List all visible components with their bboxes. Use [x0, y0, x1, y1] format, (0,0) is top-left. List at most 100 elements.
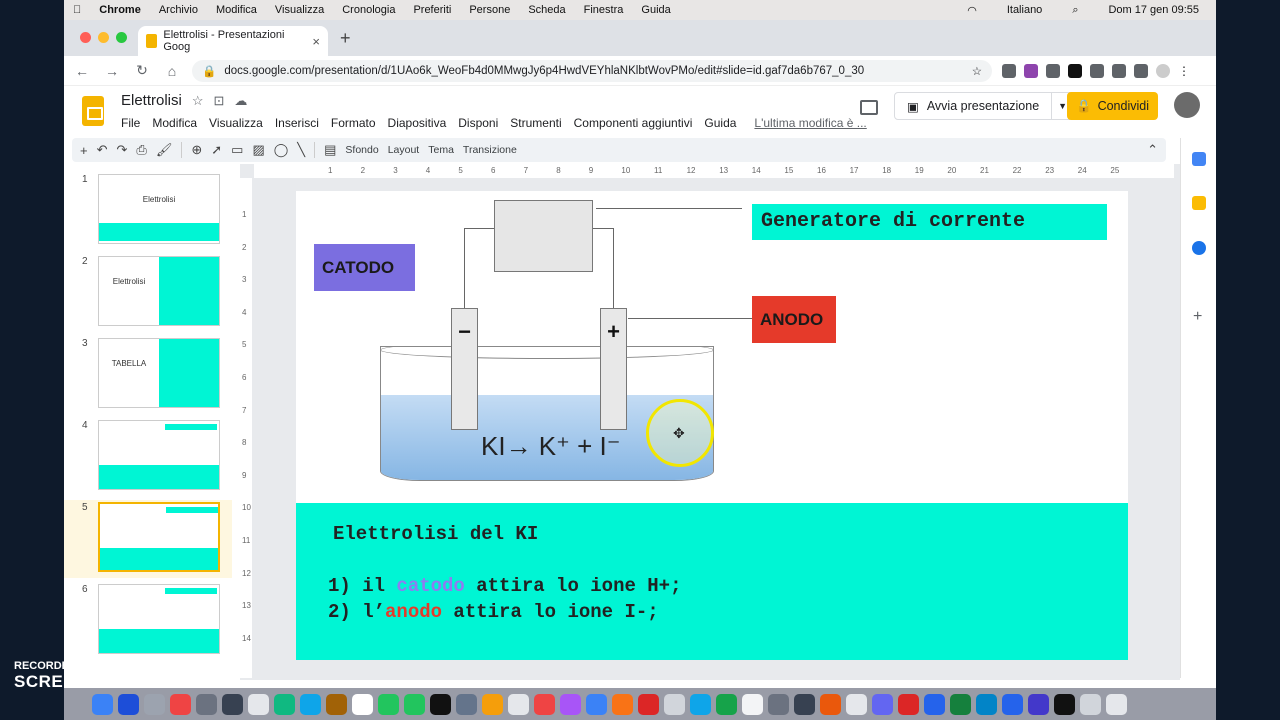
anode-electrode[interactable]: +	[600, 308, 627, 430]
browser-tab[interactable]: Elettrolisi - Presentazioni Goog ×	[138, 26, 328, 56]
slide-thumbnail-row[interactable]: 2 Elettrolisi	[64, 254, 232, 332]
app-store-icon[interactable]	[586, 693, 607, 715]
app-icon[interactable]	[118, 693, 139, 715]
shape-icon[interactable]: ◯	[274, 142, 289, 158]
acrobat-icon[interactable]	[638, 693, 659, 715]
redo-icon[interactable]: ↷	[117, 142, 128, 158]
app-icon[interactable]	[664, 693, 685, 715]
extension-icon[interactable]	[1068, 63, 1082, 78]
zoom-icon[interactable]: ⊕	[191, 142, 202, 158]
menubar-item[interactable]: Persone	[469, 4, 510, 16]
calendar-icon[interactable]	[352, 693, 373, 715]
menubar-item[interactable]: Guida	[641, 4, 670, 16]
clock[interactable]: Dom 17 gen 09:55	[1108, 4, 1199, 16]
extension-icon[interactable]	[1024, 63, 1038, 78]
calculator-icon[interactable]	[222, 693, 243, 715]
slides-logo-icon[interactable]	[82, 96, 104, 126]
menubar-app-name[interactable]: Chrome	[99, 4, 141, 16]
photos-icon[interactable]	[482, 693, 503, 715]
new-tab-button[interactable]: +	[340, 28, 351, 49]
app-icon[interactable]	[196, 693, 217, 715]
menubar-item[interactable]: Archivio	[159, 4, 198, 16]
terminal-icon[interactable]	[1054, 693, 1075, 715]
app-icon[interactable]	[430, 693, 451, 715]
menu-tools[interactable]: Strumenti	[510, 116, 561, 130]
slide-thumbnail[interactable]: TABELLA	[98, 338, 220, 408]
menubar-item[interactable]: Scheda	[528, 4, 565, 16]
text-box-icon[interactable]: ▭	[231, 142, 243, 158]
document-title[interactable]: Elettrolisi	[121, 92, 182, 109]
trash-icon[interactable]	[1106, 693, 1127, 715]
search-icon[interactable]: ⌕	[1072, 4, 1078, 17]
menu-arrange[interactable]: Disponi	[458, 116, 498, 130]
app-icon[interactable]	[144, 693, 165, 715]
home-icon[interactable]: ⌂	[162, 63, 182, 79]
reaction-equation[interactable]: KI→ K⁺ + I⁻	[481, 431, 620, 462]
user-avatar[interactable]	[1174, 92, 1200, 118]
app-icon[interactable]	[846, 693, 867, 715]
paint-format-icon[interactable]: 🖌	[156, 142, 173, 158]
theme-button[interactable]: Tema	[428, 144, 454, 156]
menu-file[interactable]: File	[121, 116, 140, 130]
add-addon-icon[interactable]: +	[1193, 308, 1202, 326]
apple-icon[interactable]: 	[73, 4, 81, 16]
menubar-item[interactable]: Preferiti	[413, 4, 451, 16]
present-button[interactable]: ▣ Avvia presentazione	[895, 93, 1053, 119]
anode-label[interactable]: ANODO	[752, 296, 836, 343]
powerpoint-icon[interactable]	[898, 693, 919, 715]
extension-icon[interactable]	[1090, 63, 1104, 78]
menu-edit[interactable]: Modifica	[152, 116, 197, 130]
slide-thumbnail-row[interactable]: 3 TABELLA	[64, 336, 232, 414]
menu-slide[interactable]: Diapositiva	[388, 116, 447, 130]
print-icon[interactable]: ⎙	[136, 142, 146, 158]
current-generator-box[interactable]	[494, 200, 593, 272]
excel-icon[interactable]	[950, 693, 971, 715]
input-language[interactable]: Italiano	[1007, 4, 1042, 16]
slide-thumbnail[interactable]: Elettrolisi	[98, 256, 220, 326]
more-vertical-icon[interactable]: ⋮	[1178, 64, 1190, 78]
app-icon[interactable]	[326, 693, 347, 715]
address-bar[interactable]: 🔒 docs.google.com/presentation/d/1UAo6k_…	[192, 59, 992, 82]
layout-button[interactable]: Layout	[388, 144, 420, 156]
messages-icon[interactable]	[378, 693, 399, 715]
wifi-icon[interactable]: ◠	[967, 4, 977, 17]
word-icon[interactable]	[924, 693, 945, 715]
app-icon[interactable]	[768, 693, 789, 715]
cathode-label[interactable]: CATODO	[314, 244, 415, 291]
skype-icon[interactable]	[300, 693, 321, 715]
comments-icon[interactable]	[860, 100, 878, 115]
finder-icon[interactable]	[92, 693, 113, 715]
numbers-icon[interactable]	[716, 693, 737, 715]
lock-icon[interactable]: 🔒	[202, 64, 216, 78]
slide-canvas[interactable]: Generatore di corrente CATODO ANODO − + …	[296, 191, 1128, 660]
slide-thumbnail[interactable]	[98, 502, 220, 572]
dropbox-icon[interactable]	[1002, 693, 1023, 715]
app-icon[interactable]	[820, 693, 841, 715]
back-icon[interactable]: ←	[72, 63, 92, 79]
sky-icon[interactable]	[976, 693, 997, 715]
menu-addons[interactable]: Componenti aggiuntivi	[574, 116, 693, 130]
last-edit-link[interactable]: L'ultima modifica è ...	[754, 116, 866, 130]
teams-icon[interactable]	[872, 693, 893, 715]
transition-button[interactable]: Transizione	[463, 144, 517, 156]
menubar-item[interactable]: Modifica	[216, 4, 257, 16]
app-icon[interactable]	[274, 693, 295, 715]
music-icon[interactable]	[534, 693, 555, 715]
books-icon[interactable]	[612, 693, 633, 715]
keep-icon[interactable]	[1192, 196, 1206, 210]
undo-icon[interactable]: ↶	[97, 142, 108, 158]
puzzle-icon[interactable]	[1112, 63, 1126, 78]
image-icon[interactable]: ▨	[252, 142, 264, 158]
app-icon[interactable]	[1028, 693, 1049, 715]
slide-thumbnail[interactable]	[98, 420, 220, 490]
podcasts-icon[interactable]	[560, 693, 581, 715]
cathode-electrode[interactable]: −	[451, 308, 478, 430]
profile-avatar-icon[interactable]	[1156, 63, 1170, 78]
slide-thumbnail-row[interactable]: 4	[64, 418, 232, 496]
menubar-item[interactable]: Visualizza	[275, 4, 324, 16]
explanation-box[interactable]: Elettrolisi del KI 1) il catodo attira l…	[296, 503, 1128, 660]
close-window-button[interactable]	[80, 32, 91, 43]
zoom-window-button[interactable]	[116, 32, 127, 43]
bookmark-star-icon[interactable]: ☆	[972, 64, 982, 78]
menu-help[interactable]: Guida	[704, 116, 736, 130]
